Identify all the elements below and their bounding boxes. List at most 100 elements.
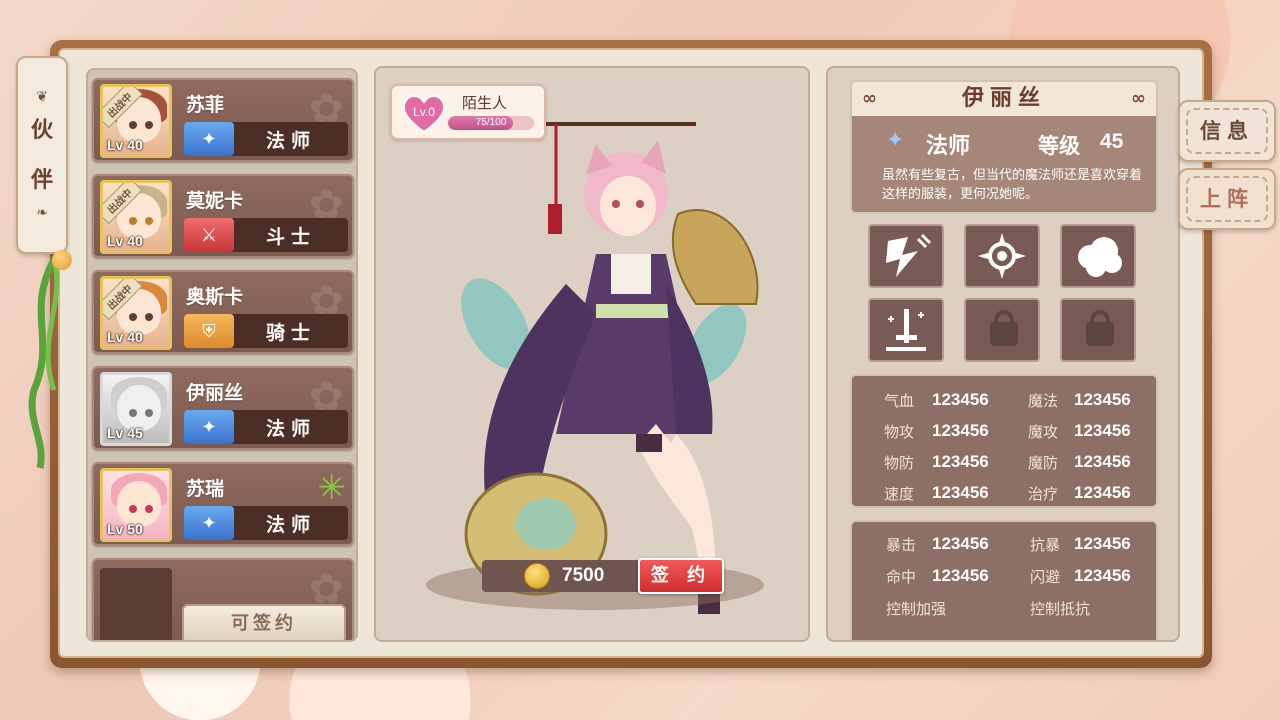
partner-level: Lv 40: [107, 329, 143, 345]
lock-icon: [966, 298, 1038, 362]
partner-class: 骑士: [265, 322, 316, 344]
avatar: Lv 45: [100, 372, 172, 446]
info-panel: ∞ 伊丽丝 ∞ ✦ 法师 等级 45 虽然有些复古，但当代的魔法师还是喜欢穿着这…: [826, 66, 1180, 642]
curl-ornament-icon: ❦: [36, 89, 48, 105]
class-bar: ✦ 法师: [184, 122, 348, 156]
stat-label: 速度: [884, 485, 915, 503]
skill-slot-locked[interactable]: [1060, 298, 1136, 362]
curl-ornament-icon: ❧: [36, 205, 48, 221]
contractable-button[interactable]: 可签约: [182, 604, 346, 640]
partner-class: 法师: [265, 130, 316, 152]
character-name-title: ∞ 伊丽丝 ∞: [852, 82, 1156, 116]
lock-icon: [1062, 298, 1134, 362]
skill-slot[interactable]: [1060, 224, 1136, 288]
partner-card[interactable]: ✿ Lv 45 伊丽丝 ✦ 法师: [92, 366, 354, 450]
partner-card[interactable]: ✿ Lv 40 出战中 莫妮卡 ⚔ 斗士: [92, 174, 354, 258]
partner-list[interactable]: ✿ Lv 40 出战中 苏菲 ✦ 法师 ✿ Lv 40 出战中 莫妮卡 ⚔ 斗士: [86, 68, 358, 642]
tab-deploy[interactable]: 上阵: [1178, 168, 1276, 230]
character-illustration: [461, 122, 759, 614]
swirl-ornament-icon: ∞: [862, 88, 877, 109]
tab-partners-label-1: 伙: [30, 117, 53, 143]
skill-strike-icon: [886, 233, 932, 277]
stat-value: 123456: [1074, 534, 1131, 553]
stat-value: 123456: [932, 534, 989, 553]
swirl-ornament-icon: ∞: [1131, 88, 1146, 109]
stat-value: 123456: [932, 421, 989, 440]
avatar: Lv 40 出战中: [100, 84, 172, 158]
stat-value: 123456: [932, 452, 989, 471]
advanced-stats: 暴击 123456 抗暴 123456 命中 123456 闪避 123456 …: [850, 520, 1158, 640]
stat-value: 123456: [932, 483, 989, 502]
base-stats: 气血 123456 魔法 123456 物攻 123456 魔攻 123456 …: [850, 374, 1158, 508]
tab-border: [1186, 176, 1268, 222]
class-bar: ✦ 法师: [184, 506, 348, 540]
gold-coin-icon: [524, 563, 550, 589]
stat-label: 物防: [884, 454, 915, 472]
stat-label: 暴击: [886, 536, 917, 554]
contract-button[interactable]: 签 约: [638, 558, 724, 594]
tab-border: [1186, 108, 1268, 154]
partner-name: 伊丽丝: [186, 382, 244, 404]
stat-label: 闪避: [1030, 568, 1061, 586]
ribbon-icon: [28, 258, 60, 469]
tab-partners[interactable]: ❦ 伙 伴 ❧: [16, 56, 68, 254]
tab-info[interactable]: 信息: [1178, 100, 1276, 162]
mage-flame-icon: ✦: [184, 506, 234, 540]
class-bar: ⛨ 骑士: [184, 314, 348, 348]
skill-slot[interactable]: [868, 224, 944, 288]
character-name: 伊丽丝: [961, 86, 1046, 111]
stat-label: 魔法: [1028, 392, 1059, 410]
stat-label: 魔防: [1028, 454, 1059, 472]
class-bar: ⚔ 斗士: [184, 218, 348, 252]
class-bar: ✦ 法师: [184, 410, 348, 444]
partner-card[interactable]: ✳ Lv 50 苏瑞 ✦ 法师: [92, 462, 354, 546]
stat-value: 123456: [1074, 566, 1131, 585]
partner-level: Lv 50: [107, 521, 143, 537]
avatar: Lv 40 出战中: [100, 276, 172, 350]
stat-value: 123456: [1074, 421, 1131, 440]
fighter-sword-icon: ⚔: [184, 218, 234, 252]
stat-label: 魔攻: [1028, 423, 1059, 441]
mage-flame-icon: ✦: [886, 128, 905, 153]
avatar: Lv 50: [100, 468, 172, 542]
partner-class: 法师: [265, 418, 316, 440]
partner-level: Lv 40: [107, 137, 143, 153]
ribbon-knob-icon: [52, 250, 72, 270]
stat-label: 气血: [884, 392, 915, 410]
empty-avatar-slot: [100, 568, 172, 640]
contract-slot-card[interactable]: ✿ 可签约: [92, 558, 354, 640]
partner-name: 苏菲: [186, 94, 225, 116]
skill-slot[interactable]: [868, 298, 944, 362]
skill-cloud-icon: [1078, 237, 1122, 277]
avatar: Lv 40 出战中: [100, 180, 172, 254]
stat-value: 123456: [1074, 483, 1131, 502]
partner-class: 斗士: [265, 226, 316, 248]
tab-partners-label-2: 伴: [30, 167, 53, 193]
partner-card[interactable]: ✿ Lv 40 出战中 奥斯卡 ⛨ 骑士: [92, 270, 354, 354]
character-level: 45: [1100, 130, 1124, 153]
mage-flame-icon: ✦: [184, 122, 234, 156]
skill-slot-locked[interactable]: [964, 298, 1040, 362]
character-class: 法师: [926, 134, 971, 159]
partner-card[interactable]: ✿ Lv 40 出战中 苏菲 ✦ 法师: [92, 78, 354, 162]
skill-sword-icon: [886, 309, 926, 351]
mage-flame-icon: ✦: [184, 410, 234, 444]
stat-value: 123456: [1074, 452, 1131, 471]
stat-label: 命中: [886, 568, 917, 586]
partner-name: 莫妮卡: [186, 190, 244, 212]
leaf-ornament-icon: ✳: [317, 468, 347, 508]
knight-shield-icon: ⛨: [184, 314, 234, 348]
stat-value: 123456: [932, 566, 989, 585]
contract-price: 7500: [562, 565, 605, 586]
character-info-box: ∞ 伊丽丝 ∞ ✦ 法师 等级 45 虽然有些复古，但当代的魔法师还是喜欢穿着这…: [850, 80, 1158, 214]
skill-slot[interactable]: [964, 224, 1040, 288]
stat-label: 控制加强: [886, 600, 947, 618]
character-description: 虽然有些复古，但当代的魔法师还是喜欢穿着这样的服装，更何况她呢。: [882, 168, 1143, 202]
stat-label: 控制抵抗: [1030, 600, 1091, 618]
stat-label: 治疗: [1028, 485, 1059, 503]
stat-value: 123456: [1074, 390, 1131, 409]
partner-class: 法师: [265, 514, 316, 536]
stat-label: 抗暴: [1030, 536, 1061, 554]
level-label: 等级: [1038, 134, 1080, 158]
partner-name: 奥斯卡: [186, 286, 244, 308]
